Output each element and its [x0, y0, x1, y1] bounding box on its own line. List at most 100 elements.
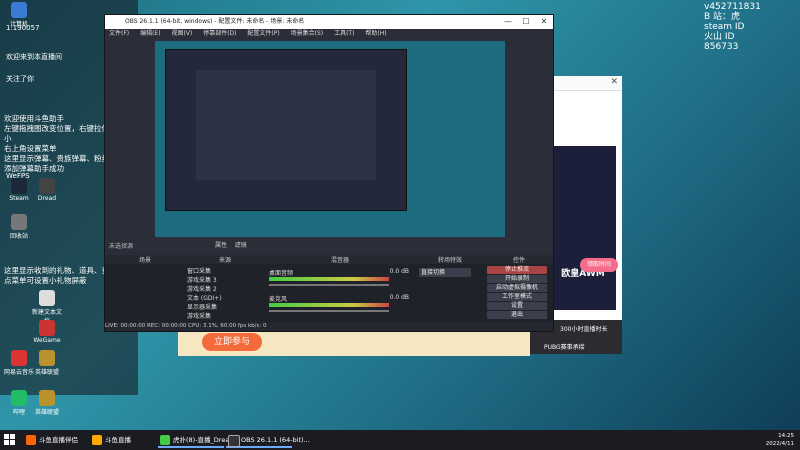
streamer-info: v452711831 B 站：虎 steam ID 火山 ID 856733: [704, 2, 796, 52]
game-banner-image: 欧皇AWM: [550, 146, 616, 310]
mixer-channel-level: 0.0 dB: [389, 268, 409, 275]
taskbar: 斗鱼直播伴侣 斗鱼直播 虎扑(8)-直播_Dread... OBS 26.1.1…: [0, 430, 800, 450]
info-line: 856733: [704, 42, 739, 52]
taskbar-item[interactable]: OBS 26.1.1 (64-bit)...: [226, 432, 310, 448]
studio-mode-button[interactable]: 工作室模式: [487, 293, 547, 301]
taskbar-item[interactable]: 斗鱼直播伴侣: [24, 432, 99, 448]
wegame-icon: [39, 320, 55, 336]
transition-dock: 直接切换: [415, 264, 485, 322]
menu-docks[interactable]: 停靠部件(D): [203, 30, 236, 37]
source-toolbar: 属性 滤镜: [215, 240, 247, 249]
sources-dock: 窗口采集 游戏采集 3 游戏采集 2 文本 (GDI+) 显示器采集 游戏采集: [185, 264, 265, 322]
recycle-bin-icon: [11, 214, 27, 230]
browser-icon: [160, 435, 170, 445]
source-item[interactable]: 游戏采集 2: [187, 284, 217, 293]
no-source-label: 未选择源: [109, 243, 134, 250]
menu-edit[interactable]: 编辑(E): [140, 30, 160, 37]
scenes-dock: [105, 264, 185, 322]
minimize-icon[interactable]: —: [499, 15, 517, 29]
exit-button[interactable]: 退出: [487, 311, 547, 319]
nested-preview-inner: [196, 70, 376, 180]
menu-scene-collection[interactable]: 场景集合(S): [291, 30, 324, 37]
source-item[interactable]: 显示器采集: [187, 302, 217, 311]
overlay-msg: 添加弹幕助手成功: [4, 164, 64, 173]
douyu-icon: [26, 435, 36, 445]
settings-button[interactable]: 设置: [487, 302, 547, 310]
start-icon[interactable]: [4, 434, 16, 446]
mixer-dock: 桌面音频 0.0 dB 麦克风 0.0 dB: [265, 264, 415, 322]
taskbar-item[interactable]: 斗鱼直播: [90, 432, 165, 448]
volume-slider[interactable]: [269, 310, 389, 312]
maximize-icon[interactable]: ☐: [517, 15, 535, 29]
mixer-channel-name: 桌面音频: [269, 270, 294, 277]
lol-icon: [39, 350, 55, 366]
promo-join-button[interactable]: 立即参与: [202, 333, 262, 351]
dread-icon: [39, 178, 55, 194]
overlay-msg: 小: [4, 134, 12, 143]
taskbar-item[interactable]: 虎扑(8)-直播_Dread...: [158, 432, 240, 448]
info-line: v452711831: [704, 2, 761, 12]
menu-help[interactable]: 帮助(H): [365, 30, 386, 37]
obs-preview[interactable]: [155, 41, 505, 237]
obs-window: OBS 26.1.1 (64-bit, windows) - 配置文件: 未命名…: [104, 14, 554, 332]
menu-view[interactable]: 视图(V): [171, 30, 192, 37]
steam-icon: [11, 178, 27, 194]
stop-stream-button[interactable]: 停止推流: [487, 266, 547, 274]
nested-preview: [165, 49, 407, 211]
promo-banner: 立即参与: [178, 330, 530, 356]
mixer-channel-name: 麦克风: [269, 296, 288, 303]
properties-button[interactable]: 属性: [215, 242, 227, 249]
overlay-msg: 欢迎使用斗鱼助手: [4, 114, 64, 123]
clock-date: 2022/4/11: [765, 441, 794, 447]
chat-line: 欢迎来到本直播间: [6, 53, 62, 61]
close-icon[interactable]: ✕: [610, 77, 618, 87]
claim-time-button[interactable]: 领取时间: [580, 258, 618, 272]
menu-profile[interactable]: 配置文件(P): [247, 30, 279, 37]
computer-icon: [11, 2, 27, 18]
source-item[interactable]: 游戏采集: [187, 311, 211, 320]
controls-dock: 停止推流 开始录制 启动虚拟摄像机 工作室模式 设置 退出: [485, 264, 553, 322]
dock-controls-header: 控件: [485, 255, 553, 264]
window-title: OBS 26.1.1 (64-bit, windows) - 配置文件: 未命名…: [125, 18, 305, 25]
menu-tools[interactable]: 工具(T): [334, 30, 354, 37]
mixer-channel-level: 0.0 dB: [389, 294, 409, 301]
clock[interactable]: 14:25 2022/4/11: [766, 432, 794, 448]
transition-select[interactable]: 直接切换: [419, 268, 471, 277]
start-recording-button[interactable]: 开始录制: [487, 275, 547, 283]
obs-titlebar[interactable]: OBS 26.1.1 (64-bit, windows) - 配置文件: 未命名…: [105, 15, 553, 29]
desktop-icon-lol[interactable]: 英雄联盟: [30, 350, 64, 376]
filters-button[interactable]: 滤镜: [235, 242, 247, 249]
desktop-icon-dread[interactable]: Dread: [30, 178, 64, 202]
info-line: B 站：虎: [704, 12, 741, 22]
dock-scenes-header: 场景: [105, 255, 185, 264]
source-item[interactable]: 文本 (GDI+): [187, 293, 222, 302]
virtual-camera-button[interactable]: 启动虚拟摄像机: [487, 284, 547, 292]
close-icon[interactable]: ✕: [535, 15, 553, 29]
volume-meter: [269, 277, 389, 281]
obs-icon: [228, 435, 240, 447]
bilibili-icon: [11, 390, 27, 406]
popup-line: PUBG赛事承接: [544, 344, 585, 351]
desktop-icon-wegame[interactable]: WeGame: [30, 320, 64, 344]
overlay-msg: 右上角设置菜单: [4, 144, 57, 153]
info-line: steam ID: [704, 22, 745, 32]
document-icon: [39, 290, 55, 306]
source-item[interactable]: 游戏采集 3: [187, 275, 217, 284]
gift-msg: 点菜单可设置小礼物屏蔽: [4, 276, 87, 285]
popup-line: 300小时直播时长: [560, 326, 608, 333]
clock-time: 14:25: [778, 433, 794, 439]
menu-file[interactable]: 文件(F): [109, 30, 129, 37]
source-item[interactable]: 窗口采集: [187, 266, 211, 275]
desktop-icon-computer[interactable]: 计算机: [2, 2, 36, 28]
info-line: 火山 ID: [704, 32, 735, 42]
netease-music-icon: [11, 350, 27, 366]
douyu-icon: [92, 435, 102, 445]
desktop-icon-lol2[interactable]: 英雄联盟: [30, 390, 64, 416]
volume-slider[interactable]: [269, 284, 389, 286]
obs-statusbar: LIVE: 00:00:00 REC: 00:00:00 CPU: 3.1%, …: [105, 322, 553, 331]
dock-transition-header: 转场特效: [415, 255, 485, 264]
obs-menubar: 文件(F) 编辑(E) 视图(V) 停靠部件(D) 配置文件(P) 场景集合(S…: [105, 29, 553, 39]
dock-sources-header: 来源: [185, 255, 265, 264]
desktop-icon-recycle[interactable]: 回收站: [2, 214, 36, 240]
chat-line: 关注了你: [6, 75, 34, 83]
